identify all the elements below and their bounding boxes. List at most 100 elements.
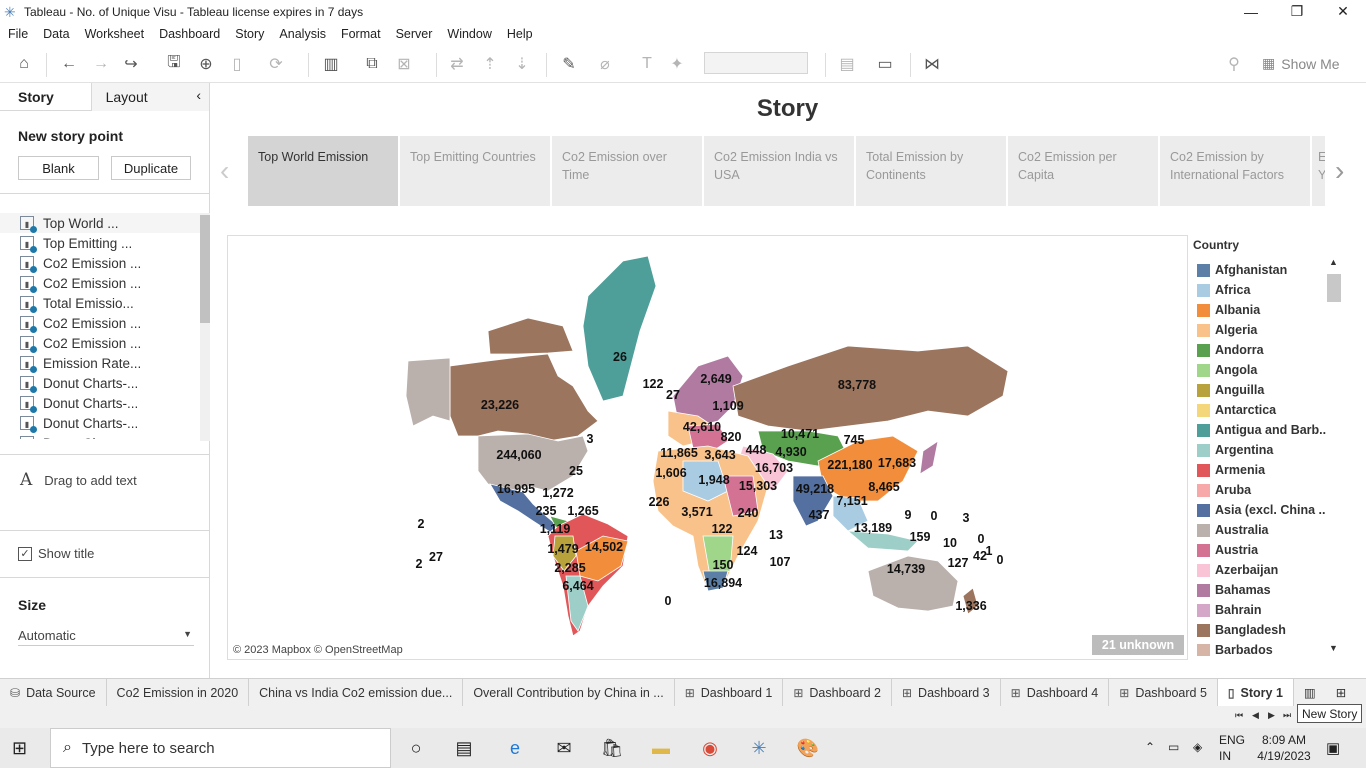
blank-button[interactable]: Blank	[18, 156, 99, 180]
clear-sheet-icon[interactable]: ⊠	[393, 53, 415, 75]
new-story-tab-icon[interactable]: ▯	[1356, 679, 1366, 707]
battery-icon[interactable]: ▭	[1168, 740, 1179, 780]
format-painter-icon[interactable]: ⚲	[1223, 53, 1245, 75]
world-map[interactable]: 26 23,226 244,060 3 25 16,995 1,272 235 1,265 1,1…	[227, 235, 1188, 660]
close-button[interactable]: ✕	[1320, 0, 1366, 23]
story-point-8[interactable]: E Y	[1312, 136, 1325, 206]
file-explorer-icon[interactable]: ▬	[648, 736, 674, 760]
highlight-icon[interactable]: ✎	[558, 53, 580, 75]
scroll-up-icon[interactable]: ▲	[1329, 257, 1338, 267]
home-icon[interactable]: ⌂	[13, 53, 35, 75]
legend-item[interactable]: Anguilla	[1197, 380, 1327, 400]
show-hidden-icons[interactable]: ⌃	[1145, 740, 1155, 780]
tab-dashboard-3[interactable]: ⊞ Dashboard 3	[892, 678, 1001, 707]
legend-item[interactable]: Antigua and Barb..	[1197, 420, 1327, 440]
redo-icon[interactable]: →	[90, 53, 112, 75]
last-sheet-icon[interactable]: ⏭	[1283, 710, 1291, 721]
label-icon[interactable]: T	[636, 53, 658, 75]
undo-icon[interactable]: ←	[58, 53, 80, 75]
language-indicator[interactable]: ENG IN	[1219, 732, 1245, 772]
sheet-list-item[interactable]: ▮ Donut Charts-...	[0, 413, 200, 433]
legend-item[interactable]: Bangladesh	[1197, 620, 1327, 640]
store-icon[interactable]: 🛍	[599, 736, 625, 760]
sheet-list-item[interactable]: ▮ Top World ...	[0, 213, 200, 233]
sheet-list-scrollbar[interactable]	[200, 213, 210, 441]
sheet-list-item[interactable]: ▮ Co2 Emission ...	[0, 253, 200, 273]
share-icon[interactable]: ⋈	[921, 53, 943, 75]
next-sheet-icon[interactable]: ▶	[1268, 710, 1275, 721]
chrome-icon[interactable]: ◉	[697, 736, 723, 760]
previous-story-point-icon[interactable]: ‹	[220, 155, 229, 187]
menu-dashboard[interactable]: Dashboard	[159, 27, 220, 41]
unknown-badge[interactable]: 21 unknown	[1092, 635, 1184, 655]
sheet-list-item[interactable]: ▮ Emission Rate...	[0, 353, 200, 373]
sort-ascending-icon[interactable]: ⇡	[479, 53, 501, 75]
legend-item[interactable]: Asia (excl. China ..	[1197, 500, 1327, 520]
sheet-list-item[interactable]: ▮ Co2 Emission ...	[0, 333, 200, 353]
presentation-icon[interactable]: ▭	[874, 53, 896, 75]
legend-item[interactable]: Bahamas	[1197, 580, 1327, 600]
menu-help[interactable]: Help	[507, 27, 533, 41]
cortana-icon[interactable]: ○	[403, 736, 429, 760]
menu-window[interactable]: Window	[447, 27, 491, 41]
story-point-6[interactable]: Co2 Emission per Capita	[1008, 136, 1158, 206]
windows-start-icon[interactable]: ⊞	[12, 738, 27, 759]
notification-icon[interactable]: ▣	[1326, 739, 1340, 779]
show-me-button[interactable]: ▦ Show Me	[1262, 55, 1340, 72]
legend-item[interactable]: Andorra	[1197, 340, 1327, 360]
legend-item[interactable]: Algeria	[1197, 320, 1327, 340]
tab-data-source[interactable]: ⛁ Data Source	[0, 678, 107, 707]
taskbar-search[interactable]: ⌕ Type here to search	[50, 728, 391, 768]
next-story-point-icon[interactable]: ›	[1335, 155, 1344, 187]
legend-item[interactable]: Bahrain	[1197, 600, 1327, 620]
sheet-list-item[interactable]: ▮ Donut Charts-...	[0, 373, 200, 393]
duplicate-sheet-icon[interactable]: ⧉	[361, 53, 383, 75]
size-dropdown[interactable]: Automatic ▼	[18, 628, 194, 646]
sheet-list-item[interactable]: ▮ Donut Charts-...	[0, 393, 200, 413]
legend-item[interactable]: Barbados	[1197, 640, 1327, 656]
legend-item[interactable]: Armenia	[1197, 460, 1327, 480]
fit-dropdown[interactable]	[704, 52, 808, 74]
legend-item[interactable]: Antarctica	[1197, 400, 1327, 420]
minimize-button[interactable]: —	[1228, 0, 1274, 23]
legend-item[interactable]: Azerbaijan	[1197, 560, 1327, 580]
tab-co2-emission-2020[interactable]: Co2 Emission in 2020	[107, 678, 250, 707]
sheet-list-item[interactable]: ▮ Co2 Emission ...	[0, 313, 200, 333]
task-view-icon[interactable]: ▤	[451, 736, 477, 760]
replay-icon[interactable]: ↪	[120, 53, 142, 75]
tab-overall-contribution[interactable]: Overall Contribution by China in ...	[463, 678, 675, 707]
legend-item[interactable]: Austria	[1197, 540, 1327, 560]
swap-icon[interactable]: ⇄	[446, 53, 468, 75]
sheet-list-item[interactable]: ▮Donut Chart...	[0, 433, 200, 439]
pause-updates-icon[interactable]: ▯	[226, 53, 248, 75]
first-sheet-icon[interactable]: ⏮	[1235, 710, 1243, 721]
legend-item[interactable]: Africa	[1197, 280, 1327, 300]
refresh-icon[interactable]: ⟳	[265, 53, 287, 75]
tab-story[interactable]: Story	[0, 82, 92, 111]
collapse-pane-icon[interactable]: ‹	[196, 87, 201, 103]
menu-server[interactable]: Server	[396, 27, 433, 41]
new-worksheet-tab-icon[interactable]: ▥	[1294, 679, 1326, 707]
story-point-4[interactable]: Co2 Emission India vs USA	[704, 136, 854, 206]
legend-item[interactable]: Argentina	[1197, 440, 1327, 460]
legend-item[interactable]: Afghanistan	[1197, 260, 1327, 280]
tab-story-1[interactable]: ▯ Story 1	[1217, 678, 1294, 707]
drag-text-item[interactable]: A Drag to add text	[20, 470, 137, 490]
sheet-list-item[interactable]: ▮ Co2 Emission ...	[0, 273, 200, 293]
menu-file[interactable]: File	[8, 27, 28, 41]
fit-icon[interactable]: ▤	[836, 53, 858, 75]
story-point-7[interactable]: Co2 Emission by International Factors	[1160, 136, 1310, 206]
menu-worksheet[interactable]: Worksheet	[85, 27, 145, 41]
restore-button[interactable]: ❐	[1274, 0, 1320, 23]
menu-story[interactable]: Story	[235, 27, 264, 41]
tab-dashboard-1[interactable]: ⊞ Dashboard 1	[675, 678, 784, 707]
duplicate-button[interactable]: Duplicate	[111, 156, 191, 180]
show-title-checkbox[interactable]: ✓ Show title	[18, 546, 94, 561]
network-icon[interactable]: ◈	[1193, 740, 1202, 780]
pin-icon[interactable]: ✦	[666, 53, 688, 75]
clock[interactable]: 8:09 AM 4/19/2023	[1255, 732, 1313, 772]
new-data-source-icon[interactable]: ⊕	[195, 53, 217, 75]
legend-item[interactable]: Australia	[1197, 520, 1327, 540]
tab-china-vs-india[interactable]: China vs India Co2 emission due...	[249, 678, 464, 707]
tableau-taskbar-icon[interactable]: ✳	[746, 736, 772, 760]
